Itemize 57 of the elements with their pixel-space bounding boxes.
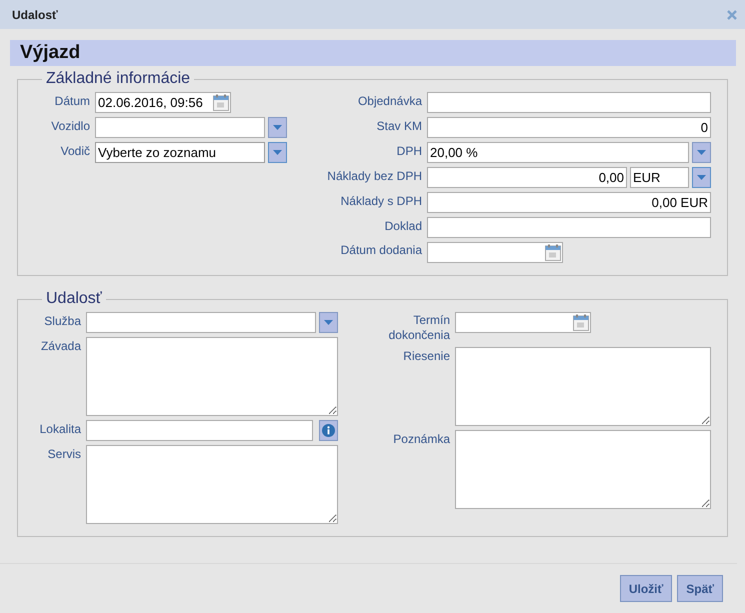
field-label: Stav KM: [376, 118, 422, 135]
dropdown-field[interactable]: Vyberte zo zoznamu: [95, 142, 265, 163]
date-field[interactable]: [455, 312, 591, 333]
dropdown-button[interactable]: [268, 117, 287, 138]
dropdown-button[interactable]: [692, 142, 711, 163]
field-label: Dátum dodania: [340, 242, 422, 259]
date-field[interactable]: [427, 242, 563, 263]
date-field[interactable]: 02.06.2016, 09:56: [95, 92, 231, 113]
field-label: Doklad: [384, 218, 422, 235]
text-area[interactable]: [455, 430, 711, 509]
text-field[interactable]: [427, 92, 711, 113]
action-button[interactable]: Uložiť: [620, 575, 672, 602]
field-label: Riesenie: [402, 348, 450, 365]
currency-field[interactable]: EUR: [630, 167, 689, 188]
section-legend: Základné informácie: [42, 70, 194, 88]
close-icon[interactable]: [727, 10, 737, 20]
field-label: Objednávka: [356, 93, 422, 110]
info-button[interactable]: [319, 420, 338, 441]
field-label: Servis: [46, 446, 81, 463]
field-label: Lokalita: [38, 421, 81, 438]
field-label: Termín dokončenia: [388, 312, 450, 343]
field-label: Dátum: [54, 93, 90, 110]
dropdown-button[interactable]: [268, 142, 287, 163]
number-field[interactable]: 0: [427, 117, 711, 138]
caret-icon: [273, 150, 282, 155]
calendar-icon[interactable]: [573, 314, 589, 331]
field-label: Poznámka: [392, 431, 450, 448]
dropdown-field[interactable]: [86, 312, 316, 333]
field-label: Vodič: [60, 143, 90, 160]
field-label: Náklady bez DPH: [326, 168, 422, 185]
field-label: DPH: [396, 143, 422, 160]
field-label: Závada: [40, 338, 81, 355]
dropdown-button[interactable]: [692, 167, 711, 188]
text-field[interactable]: [427, 217, 711, 238]
caret-icon: [273, 125, 282, 130]
page-heading: Výjazd: [10, 40, 736, 66]
info-icon: [322, 424, 335, 437]
text-area[interactable]: [86, 337, 338, 416]
dropdown-button[interactable]: [319, 312, 338, 333]
calendar-icon[interactable]: [545, 244, 561, 261]
section-legend: Udalosť: [42, 290, 106, 308]
caret-icon: [324, 320, 333, 325]
text-area[interactable]: [86, 445, 338, 524]
dropdown-field[interactable]: 20,00 %: [427, 142, 689, 163]
dropdown-field[interactable]: [95, 117, 265, 138]
window-title: Udalosť: [12, 8, 58, 22]
number-field[interactable]: 0,00: [427, 167, 627, 188]
text-area[interactable]: [455, 347, 711, 426]
field-label: Vozidlo: [50, 118, 90, 135]
caret-icon: [697, 150, 706, 155]
field-label: Náklady s DPH: [340, 193, 422, 210]
action-button[interactable]: Späť: [677, 575, 723, 602]
caret-icon: [697, 175, 706, 180]
field-label: Služba: [43, 313, 81, 330]
number-field[interactable]: 0,00 EUR: [427, 192, 711, 213]
text-field[interactable]: [86, 420, 313, 441]
calendar-icon[interactable]: [213, 94, 229, 111]
